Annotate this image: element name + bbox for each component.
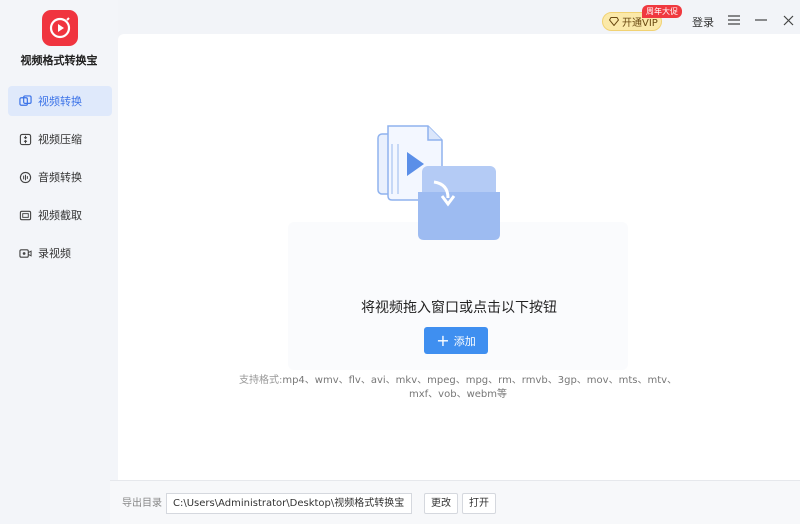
sidebar-item-label: 音频转换 — [38, 171, 82, 184]
login-link[interactable]: 登录 — [692, 14, 714, 30]
menu-icon — [728, 15, 740, 25]
supported-formats: 支持格式:mp4、wmv、flv、avi、mkv、mpeg、mpg、rm、rmv… — [228, 374, 688, 402]
sidebar-nav: 视频转换 视频压缩 音频转换 视频截取 录视频 — [8, 86, 112, 276]
menu-button[interactable] — [726, 12, 742, 28]
drop-video-icon — [377, 125, 500, 240]
minimize-button[interactable] — [753, 12, 769, 28]
sidebar-item-label: 视频转换 — [38, 95, 82, 108]
drop-instruction: 将视频拖入窗口或点击以下按钮 — [361, 300, 557, 316]
video-convert-icon — [18, 94, 32, 108]
app-logo — [42, 10, 78, 46]
app-title: 视频格式转换宝 — [20, 54, 98, 67]
minimize-icon — [755, 19, 767, 21]
open-button[interactable]: 打开 — [462, 493, 496, 514]
formats-list-2: mxf、vob、webm等 — [409, 389, 507, 400]
sidebar: 视频格式转换宝 视频转换 视频压缩 音频转换 视频截取 录视频 — [0, 0, 118, 524]
sidebar-item-video-cut[interactable]: 视频截取 — [8, 200, 112, 230]
add-button[interactable]: + 添加 — [424, 327, 488, 354]
audio-icon — [18, 170, 32, 184]
formats-line-1: 支持格式:mp4、wmv、flv、avi、mkv、mpeg、mpg、rm、rmv… — [228, 374, 688, 388]
change-button[interactable]: 更改 — [424, 493, 458, 514]
sidebar-item-video-convert[interactable]: 视频转换 — [8, 86, 112, 116]
output-label: 导出目录 — [122, 498, 162, 509]
promo-badge: 周年大促 — [642, 5, 682, 18]
sidebar-item-audio-convert[interactable]: 音频转换 — [8, 162, 112, 192]
add-label: 添加 — [453, 334, 476, 348]
formats-list-1: mp4、wmv、flv、avi、mkv、mpeg、mpg、rm、rmvb、3gp… — [282, 375, 678, 386]
main-panel: 将视频拖入窗口或点击以下按钮 + 添加 支持格式:mp4、wmv、flv、avi… — [118, 34, 800, 480]
formats-label: 支持格式: — [238, 375, 283, 386]
sidebar-item-label: 视频截取 — [38, 209, 82, 222]
plus-icon: + — [436, 330, 450, 350]
app-window: 视频格式转换宝 视频转换 视频压缩 音频转换 视频截取 录视频 开通VIP 周年… — [0, 0, 800, 524]
close-icon — [783, 15, 793, 25]
compress-icon — [18, 132, 32, 146]
output-path-field[interactable]: C:\Users\Administrator\Desktop\视频格式转换宝 — [166, 493, 412, 514]
diamond-icon — [609, 17, 619, 26]
sidebar-item-record[interactable]: 录视频 — [8, 238, 112, 268]
logo-icon — [49, 17, 71, 39]
close-button[interactable] — [780, 12, 796, 28]
record-icon — [18, 246, 32, 260]
sidebar-item-video-compress[interactable]: 视频压缩 — [8, 124, 112, 154]
output-bar: 导出目录 C:\Users\Administrator\Desktop\视频格式… — [110, 480, 800, 524]
sidebar-item-label: 视频压缩 — [38, 133, 82, 146]
cut-icon — [18, 208, 32, 222]
sidebar-item-label: 录视频 — [38, 247, 71, 260]
